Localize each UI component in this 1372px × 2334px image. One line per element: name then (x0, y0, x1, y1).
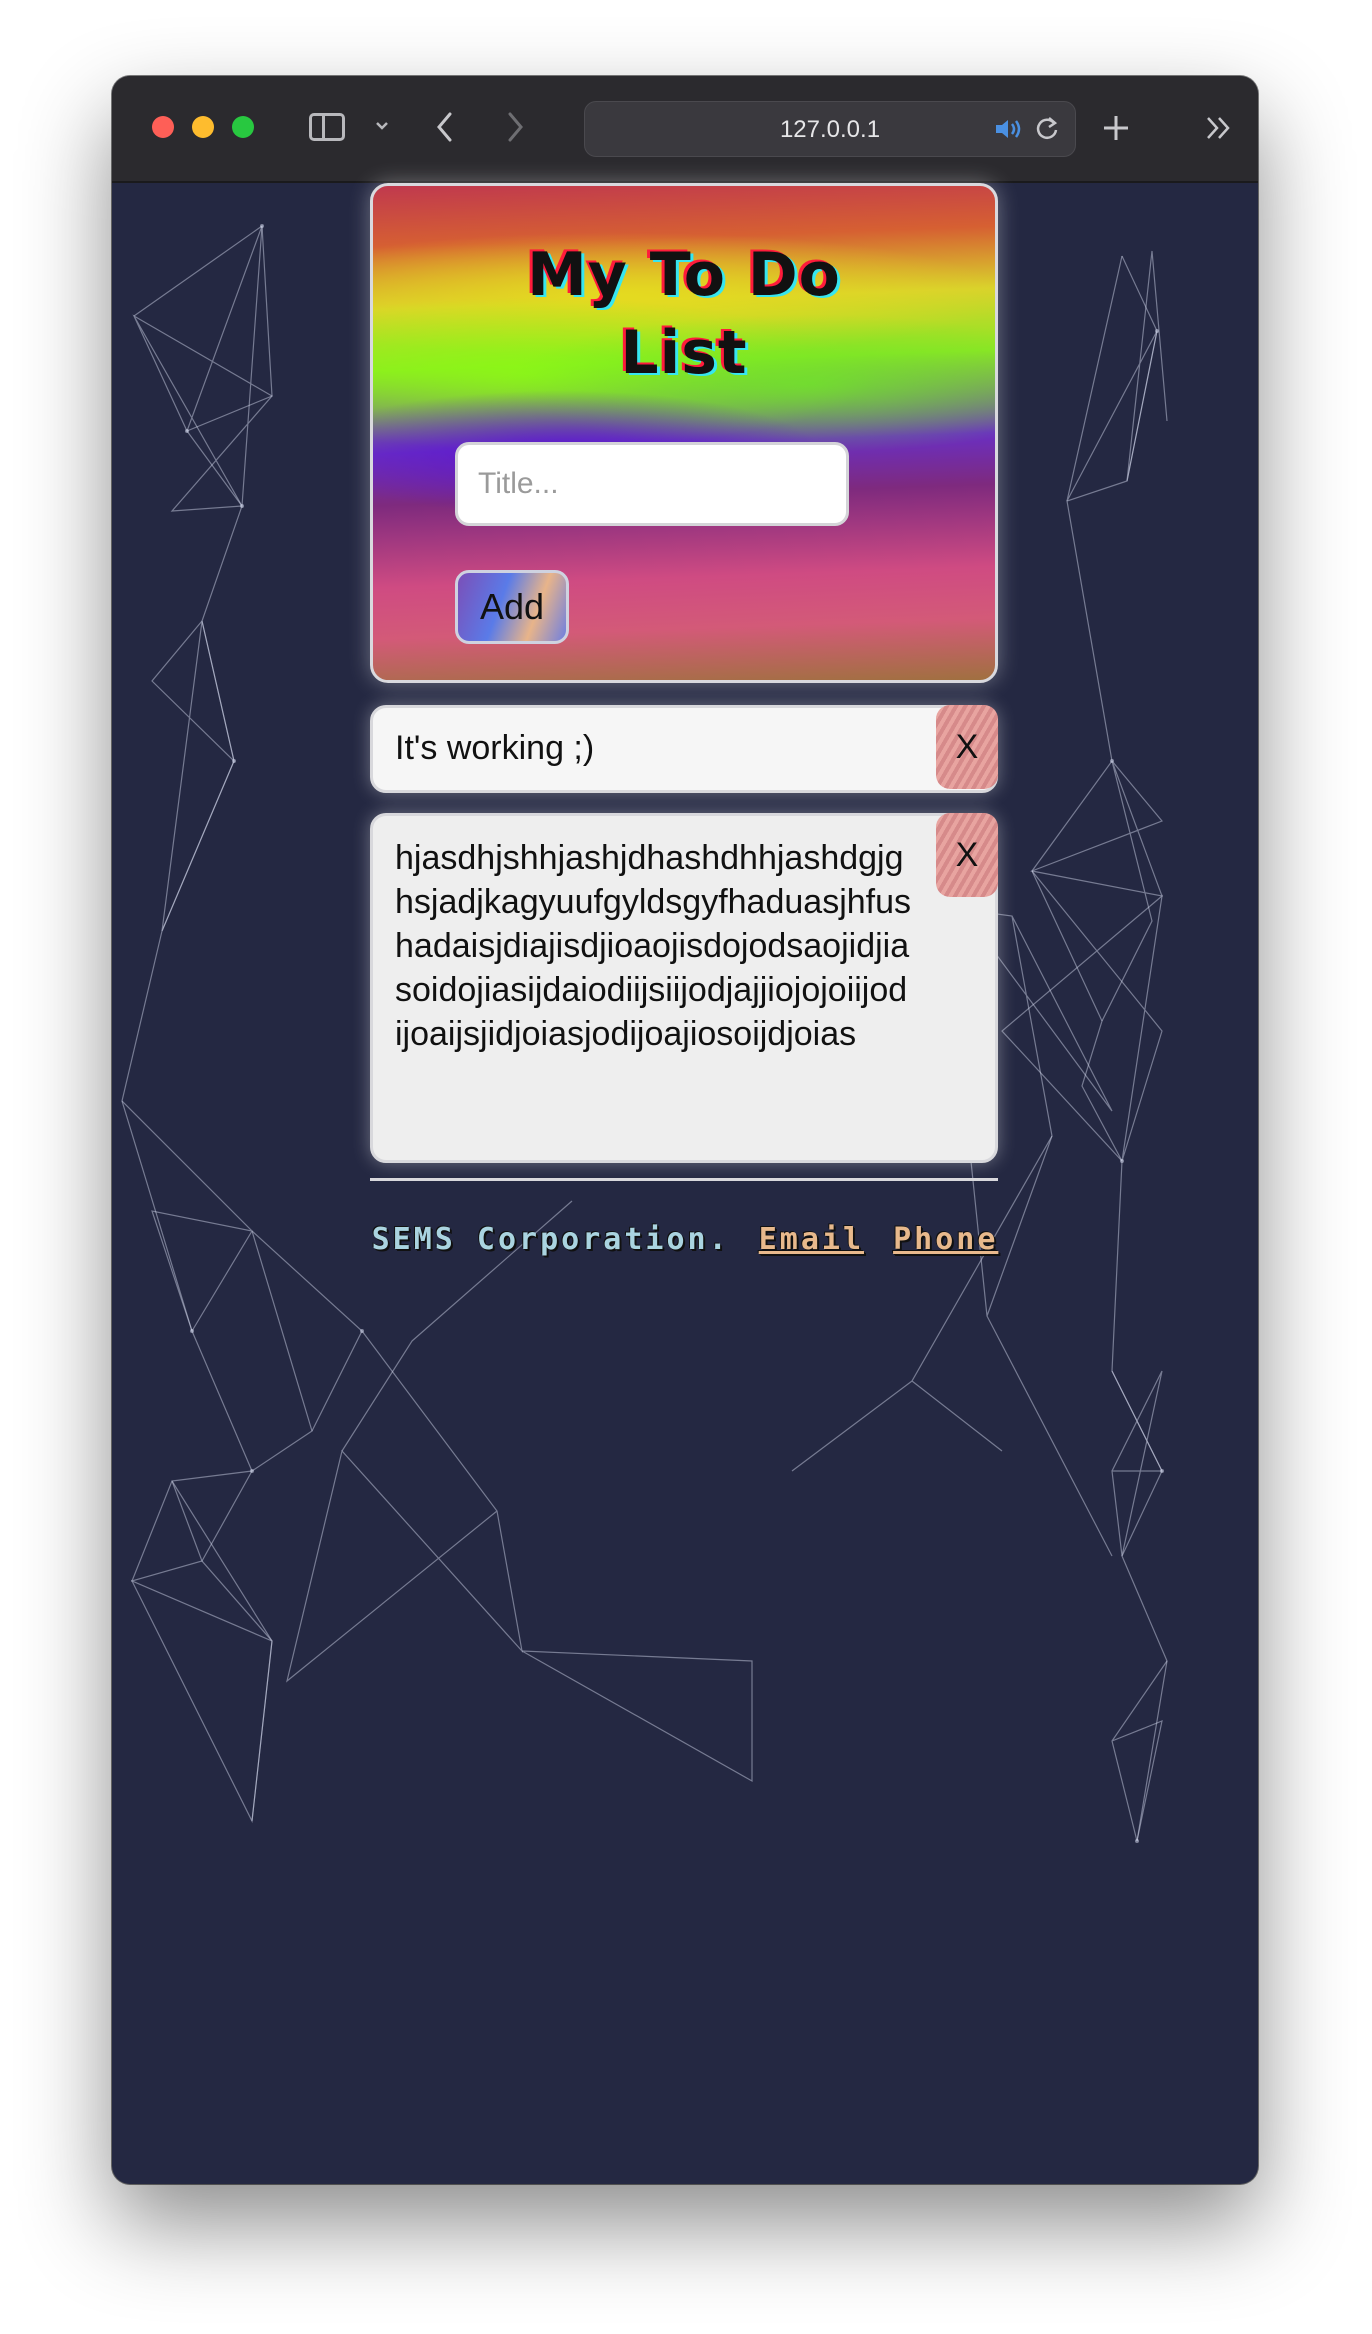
reload-icon[interactable] (1033, 115, 1061, 143)
new-tab-icon[interactable] (1100, 112, 1132, 144)
page-title: My To Do List (527, 240, 841, 388)
delete-todo-button[interactable]: X (936, 705, 998, 789)
todo-item-text: hjasdhjshhjashjdhashdhhjashdgjghsjadjkag… (395, 839, 912, 1053)
phone-link[interactable]: Phone (893, 1222, 998, 1257)
speaker-icon[interactable] (993, 117, 1023, 141)
back-icon[interactable] (434, 110, 456, 144)
sidebar-icon[interactable] (309, 113, 345, 141)
footer: SEMS Corporation. Email Phone (112, 1222, 1258, 1257)
zoom-window-dot[interactable] (232, 116, 254, 138)
chevron-down-icon[interactable] (374, 118, 390, 134)
minimize-window-dot[interactable] (192, 116, 214, 138)
footer-divider (370, 1178, 998, 1181)
todo-item-text: It's working ;) (395, 729, 595, 767)
footer-brand: SEMS Corporation. (371, 1222, 730, 1257)
forward-icon[interactable] (504, 110, 526, 144)
address-bar[interactable]: 127.0.0.1 (584, 101, 1076, 157)
more-tabs-icon[interactable] (1204, 114, 1234, 142)
todo-header-card: My To Do List Add (370, 183, 998, 683)
email-link[interactable]: Email (759, 1222, 864, 1257)
close-window-dot[interactable] (152, 116, 174, 138)
todo-item: hjasdhjshhjashjdhashdhhjashdgjghsjadjkag… (370, 813, 998, 1163)
browser-window: 127.0.0.1 My To Do List Title... Add It'… (112, 76, 1258, 2184)
title-input[interactable] (455, 442, 849, 526)
add-button[interactable]: Add (455, 570, 569, 644)
delete-todo-button[interactable]: X (936, 813, 998, 897)
todo-item: It's working ;) X (370, 705, 998, 793)
browser-toolbar: 127.0.0.1 (112, 76, 1258, 183)
